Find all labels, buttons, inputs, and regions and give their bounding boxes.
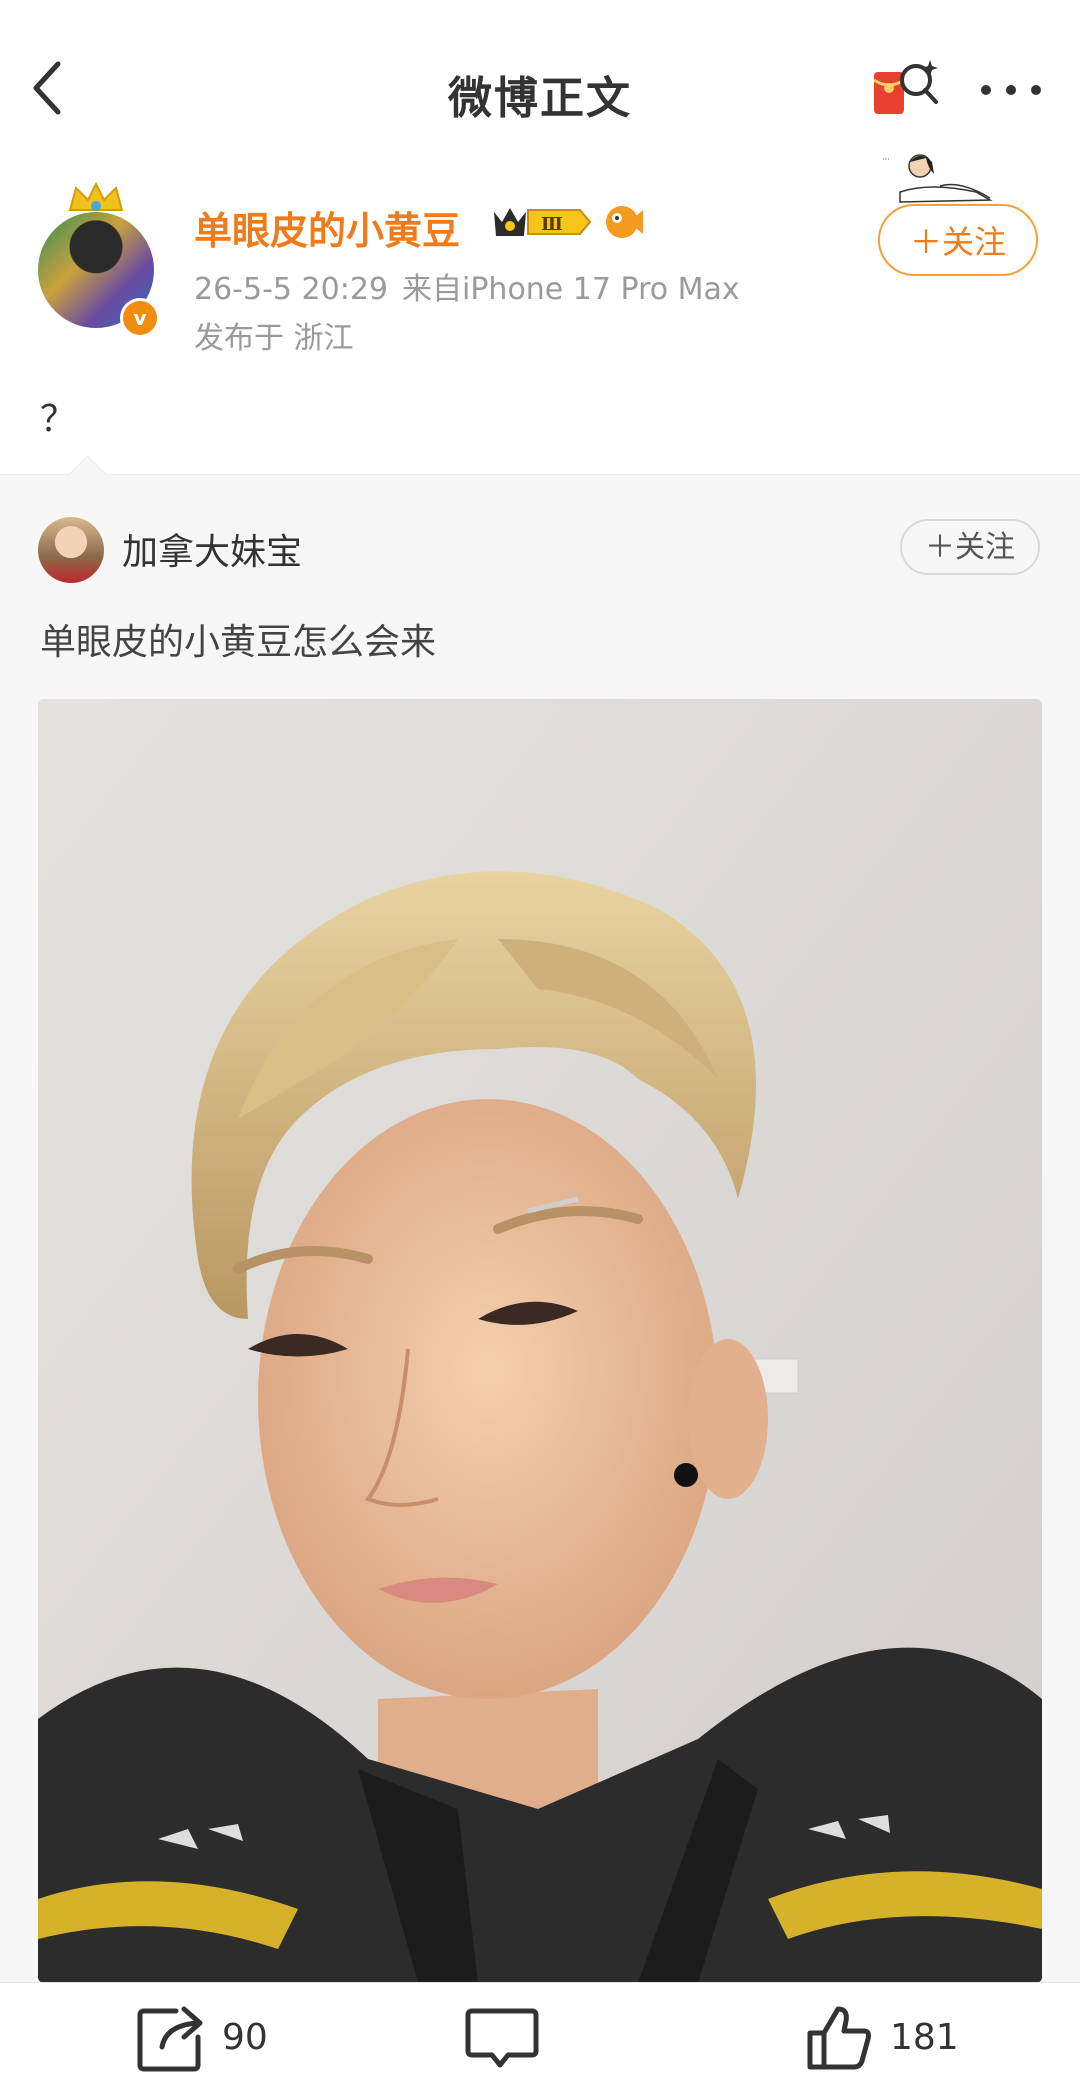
fish-badge-icon [606,206,643,238]
share-icon [137,2006,203,2072]
author-name[interactable]: 单眼皮的小黄豆 [194,200,460,255]
author-avatar[interactable]: v [38,180,160,338]
more-dots-icon [981,85,1041,95]
like-count: 181 [890,2017,959,2058]
comment-icon [465,2008,539,2068]
red-packet-button[interactable] [870,56,942,122]
post-author-section: v 单眼皮的小黄豆 Ⅲ 26-5-5 20:29 来自iPhone 17 Pro … [0,150,1080,480]
svg-text:···: ··· [882,155,890,164]
thumbs-up-icon [807,2006,871,2070]
girl-sticker-icon: ··· [882,154,993,203]
repost-button[interactable]: 90 [136,2003,296,2073]
vip-level-badge-icon: Ⅲ [494,208,592,236]
verified-badge: v [120,298,160,338]
like-button[interactable]: 181 [804,2003,984,2073]
more-button[interactable] [976,70,1046,110]
post-location: 发布于 浙江 [194,321,354,356]
repost-count: 90 [222,2017,268,2058]
post-photo[interactable] [38,699,1042,1983]
top-nav-bar: 微博正文 [0,0,1080,151]
red-packet-icon [873,60,938,114]
repost-card[interactable]: 加拿大妹宝 ＋关注 单眼皮的小黄豆怎么会来 [0,455,1080,1983]
original-post-text: 单眼皮的小黄豆怎么会来 [40,622,437,663]
follow-button[interactable]: ＋关注 [878,204,1038,276]
original-follow-button[interactable]: ＋关注 [900,519,1040,575]
post-meta: 26-5-5 20:29 来自iPhone 17 Pro Max [194,264,754,308]
post-date: 26-5-5 20:29 [194,272,388,307]
svg-text:Ⅲ: Ⅲ [541,214,563,235]
comment-button[interactable] [462,2003,662,2073]
portrait-photo-image [38,699,1042,1983]
original-author-name[interactable]: 加拿大妹宝 [122,523,302,575]
original-author-avatar[interactable] [38,517,104,583]
bottom-action-bar: 90 181 [0,1982,1080,2090]
post-text: ？ [40,399,77,440]
post-source: 来自iPhone 17 Pro Max [402,272,740,307]
